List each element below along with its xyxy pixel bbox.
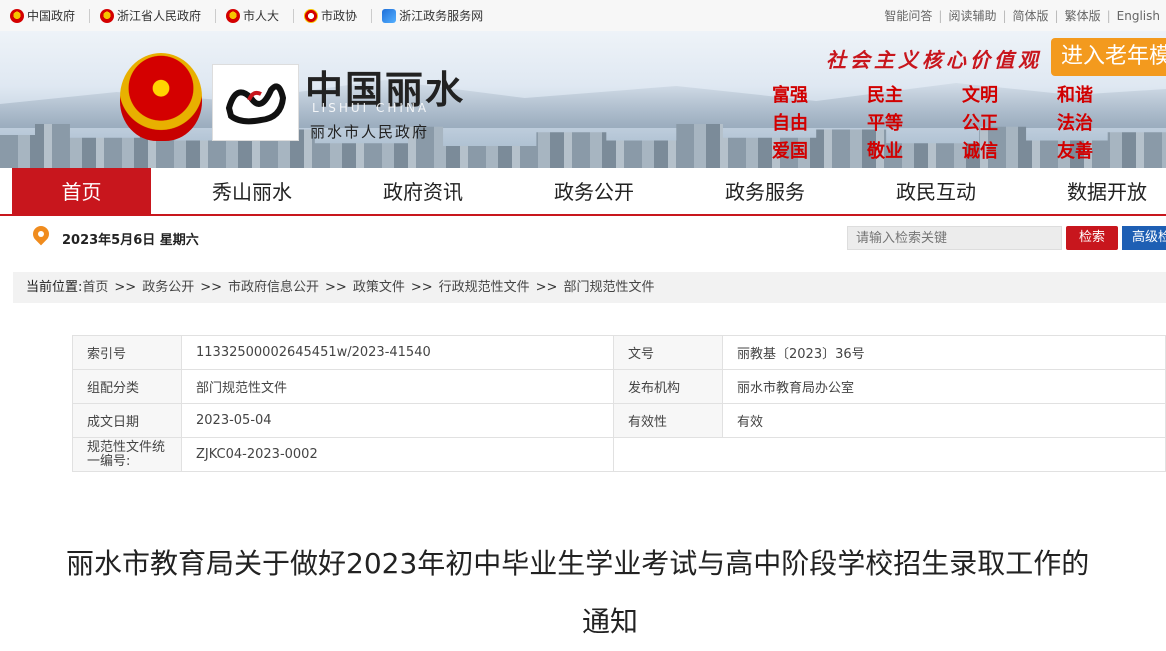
current-date: 2023年5月6日 星期六 [62, 233, 199, 248]
elder-mode-button[interactable]: 进入老年模式 [1051, 38, 1166, 76]
national-emblem-icon [100, 8, 115, 23]
search-input[interactable] [847, 226, 1062, 250]
breadcrumb-separator: >> [325, 280, 347, 295]
core-value: 和谐 [1057, 85, 1093, 106]
site-banner: 中国丽水 LISHUI CHINA 丽水市人民政府 社会主义核心价值观 进入老年… [0, 31, 1166, 168]
link-zj-service[interactable]: 浙江政务服务网 [382, 7, 483, 24]
breadcrumb-separator: >> [200, 280, 223, 295]
article-title-line1: 丽水市教育局关于做好2023年初中毕业生学业考试与高中阶段学校招生录取工作的 [66, 547, 1090, 580]
link-label: 市人大 [243, 9, 280, 23]
info-key: 规范性文件统一编号: [72, 437, 182, 472]
divider [371, 8, 373, 23]
info-key: 发布机构 [613, 369, 723, 404]
link-smart-qa[interactable]: 智能问答 [878, 7, 938, 24]
date-search-bar: 2023年5月6日 星期六 检索 高级检索 [0, 216, 1166, 260]
info-key: 索引号 [72, 335, 182, 370]
core-value: 民主 [867, 85, 903, 106]
national-emblem-icon [10, 8, 24, 23]
link-label: 市政协 [321, 9, 358, 23]
core-value: 友善 [1057, 141, 1093, 162]
core-value: 平等 [867, 113, 903, 134]
breadcrumb-label: 当前位置: [26, 280, 83, 295]
link-traditional[interactable]: 繁体版 [1059, 7, 1107, 24]
nav-xiushan-lishui[interactable]: 秀山丽水 [182, 168, 322, 214]
info-value: 部门规范性文件 [181, 369, 614, 404]
link-label: 浙江省人民政府 [117, 9, 202, 23]
info-key: 有效性 [613, 403, 723, 438]
core-value: 自由 [772, 113, 808, 134]
external-links: 中国政府 浙江省人民政府 市人大 市政协 浙江政务服务网 [10, 0, 497, 31]
table-row: 规范性文件统一编号: ZJKC04-2023-0002 [72, 437, 1166, 472]
site-title-en: LISHUI CHINA [312, 101, 430, 115]
info-value: 丽水市教育局办公室 [722, 369, 1166, 404]
breadcrumb-gov-affairs[interactable]: 政务公开 [142, 280, 194, 295]
nav-gov-services[interactable]: 政务服务 [695, 168, 835, 214]
top-links-bar: 中国政府 浙江省人民政府 市人大 市政协 浙江政务服务网 智能问答 | 阅读辅助 |… [0, 0, 1166, 32]
core-values-title: 社会主义核心价值观 [826, 48, 1042, 72]
breadcrumb-separator: >> [535, 280, 558, 295]
divider [215, 8, 217, 23]
link-label: 中国政府 [27, 9, 76, 23]
info-key: 组配分类 [72, 369, 182, 404]
national-emblem-icon [226, 8, 241, 23]
info-value: 2023-05-04 [181, 403, 614, 438]
breadcrumb-info-open[interactable]: 市政府信息公开 [228, 280, 319, 295]
breadcrumb-separator: >> [114, 280, 137, 295]
link-simplified[interactable]: 简体版 [1007, 7, 1055, 24]
core-value: 富强 [772, 85, 808, 106]
search-button[interactable]: 检索 [1066, 226, 1118, 250]
info-value: ZJKC04-2023-0002 [181, 437, 614, 472]
national-emblem-icon [120, 53, 202, 141]
nav-interaction[interactable]: 政民互动 [866, 168, 1006, 214]
core-value: 诚信 [962, 141, 998, 162]
nav-gov-news[interactable]: 政府资讯 [353, 168, 493, 214]
breadcrumb-dept-normative[interactable]: 部门规范性文件 [563, 280, 654, 295]
divider [293, 8, 295, 23]
core-value: 公正 [962, 113, 998, 134]
nav-home[interactable]: 首页 [12, 168, 151, 214]
lishui-logo[interactable] [212, 64, 299, 141]
info-value: 有效 [722, 403, 1166, 438]
core-value: 法治 [1057, 113, 1093, 134]
info-key: 成文日期 [72, 403, 182, 438]
site-subtitle: 丽水市人民政府 [310, 123, 430, 141]
info-value: 11332500002645451w/2023-41540 [181, 335, 614, 370]
core-value: 爱国 [772, 141, 808, 162]
core-value: 敬业 [867, 141, 903, 162]
advanced-search-button[interactable]: 高级检索 [1122, 226, 1166, 250]
nav-open-data[interactable]: 数据开放 [1037, 168, 1166, 214]
table-row: 组配分类 部门规范性文件 发布机构 丽水市教育局办公室 [72, 369, 1166, 404]
core-value: 文明 [962, 85, 998, 106]
breadcrumb-home[interactable]: 首页 [82, 280, 108, 295]
info-key: 文号 [613, 335, 723, 370]
breadcrumb: 当前位置:首页 >> 政务公开 >> 市政府信息公开 >> 政策文件 >> 行政规范性文件 >> 部… [13, 272, 1166, 303]
cppcc-emblem-icon [304, 8, 319, 23]
breadcrumb-separator: >> [410, 280, 433, 295]
table-row: 成文日期 2023-05-04 有效性 有效 [72, 403, 1166, 438]
document-info-table: 索引号 11332500002645451w/2023-41540 文号 丽教基… [72, 335, 1166, 472]
link-reading-aid[interactable]: 阅读辅助 [942, 7, 1002, 24]
link-zhejiang-gov[interactable]: 浙江省人民政府 [100, 7, 201, 24]
link-npc[interactable]: 市人大 [226, 7, 279, 24]
nav-gov-affairs-open[interactable]: 政务公开 [524, 168, 664, 214]
breadcrumb-policy[interactable]: 政策文件 [353, 280, 405, 295]
info-empty-cell [613, 437, 1166, 472]
location-pin-icon [29, 222, 53, 246]
article-title-line2: 通知 [582, 605, 639, 638]
main-nav: 首页 秀山丽水 政府资讯 政务公开 政务服务 政民互动 数据开放 [0, 168, 1166, 216]
breadcrumb-admin-normative[interactable]: 行政规范性文件 [439, 280, 530, 295]
link-cppcc[interactable]: 市政协 [304, 7, 357, 24]
divider [89, 8, 91, 23]
table-row: 索引号 11332500002645451w/2023-41540 文号 丽教基… [72, 335, 1166, 370]
utility-links: 智能问答 | 阅读辅助 | 简体版 | 繁体版 | English [878, 0, 1166, 31]
zj-service-icon [382, 8, 397, 23]
lishui-calligraphy-icon [225, 82, 286, 124]
info-value: 丽教基〔2023〕36号 [722, 335, 1166, 370]
link-central-gov[interactable]: 中国政府 [10, 7, 75, 24]
link-english[interactable]: English [1111, 9, 1166, 23]
link-label: 浙江政务服务网 [399, 9, 484, 23]
